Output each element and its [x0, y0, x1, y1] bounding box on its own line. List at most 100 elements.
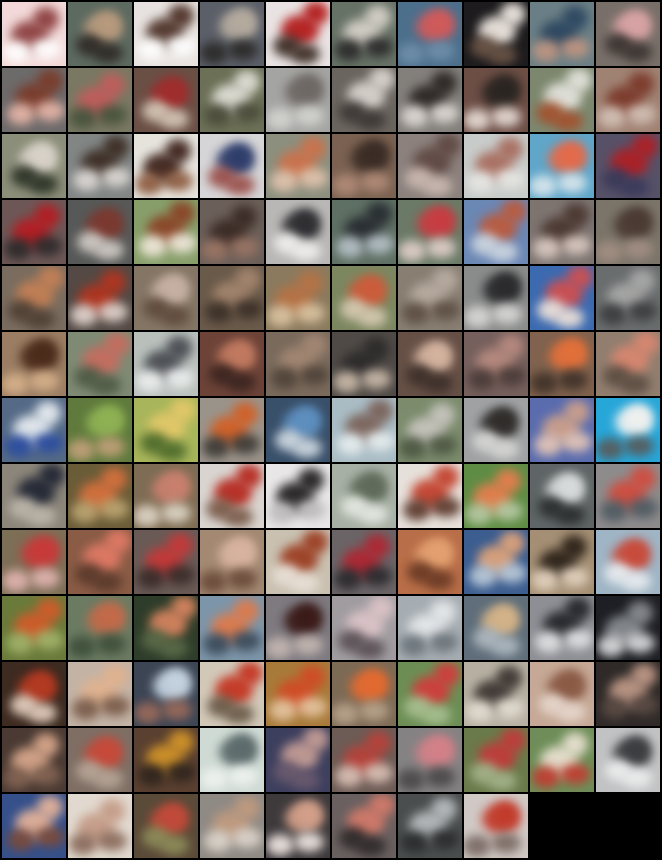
- thumbnail-shape: [171, 596, 197, 619]
- thumbnail-shape: [356, 836, 386, 856]
- thumbnail-shape: [362, 140, 388, 164]
- thumbnail-shape: [161, 503, 191, 523]
- thumbnail-shape: [563, 629, 593, 649]
- thumbnail-shape: [532, 766, 560, 788]
- thumbnail-shape: [302, 530, 328, 554]
- thumbnail-tile: [530, 596, 594, 660]
- thumbnail-shape: [303, 2, 329, 25]
- thumbnail-shape: [228, 40, 258, 60]
- thumbnail-shape: [369, 794, 395, 817]
- thumbnail-tile: [530, 266, 594, 330]
- thumbnail-shape: [105, 530, 131, 553]
- thumbnail-shape: [495, 169, 525, 189]
- thumbnail-tile: [596, 662, 660, 726]
- thumbnail-shape: [421, 705, 451, 725]
- thumbnail-shape: [200, 571, 227, 593]
- thumbnail-tile: [464, 530, 528, 594]
- thumbnail-tile: [266, 68, 330, 132]
- thumbnail-shape: [337, 433, 365, 455]
- thumbnail-tile: [398, 530, 462, 594]
- thumbnail-shape: [401, 831, 429, 853]
- thumbnail-tile: [200, 662, 264, 726]
- thumbnail-shape: [34, 630, 64, 650]
- thumbnail-tile: [530, 68, 594, 132]
- thumbnail-shape: [95, 11, 121, 35]
- thumbnail-shape: [560, 764, 590, 784]
- thumbnail-shape: [73, 169, 101, 191]
- thumbnail-shape: [204, 830, 232, 852]
- thumbnail-shape: [227, 143, 253, 167]
- thumbnail-tile: [398, 728, 462, 792]
- thumbnail-tile: [596, 68, 660, 132]
- thumbnail-shape: [432, 268, 458, 292]
- thumbnail-tile: [332, 662, 396, 726]
- thumbnail-shape: [466, 700, 494, 722]
- thumbnail-shape: [205, 301, 233, 323]
- thumbnail-tile: [596, 266, 660, 330]
- thumbnail-tile: [332, 464, 396, 528]
- thumbnail-tile: [398, 662, 462, 726]
- thumbnail-shape: [231, 631, 261, 651]
- thumbnail-tile: [200, 68, 264, 132]
- thumbnail-tile: [134, 794, 198, 858]
- thumbnail-tile: [134, 68, 198, 132]
- thumbnail-shape: [367, 399, 393, 423]
- thumbnail-shape: [532, 40, 560, 62]
- thumbnail-tile: [398, 398, 462, 462]
- thumbnail-tile: [134, 200, 198, 264]
- thumbnail-shape: [165, 565, 195, 585]
- thumbnail-shape: [493, 75, 519, 99]
- thumbnail-tile: [134, 398, 198, 462]
- thumbnail-shape: [168, 730, 194, 754]
- thumbnail-shape: [295, 303, 325, 323]
- thumbnail-tile: [596, 398, 660, 462]
- thumbnail-shape: [135, 173, 163, 195]
- thumbnail-shape: [161, 77, 187, 101]
- thumbnail-tile: [266, 662, 330, 726]
- thumbnail-tile: [68, 596, 132, 660]
- thumbnail-shape: [400, 634, 428, 656]
- thumbnail-shape: [138, 764, 166, 786]
- thumbnail-shape: [358, 504, 388, 524]
- thumbnail-shape: [493, 501, 523, 521]
- thumbnail-shape: [464, 109, 491, 131]
- thumbnail-tile: [398, 266, 462, 330]
- thumbnail-shape: [99, 499, 129, 519]
- thumbnail-tile: [530, 464, 594, 528]
- thumbnail-tile: [398, 200, 462, 264]
- thumbnail-shape: [91, 375, 121, 395]
- thumbnail-shape: [624, 10, 650, 34]
- thumbnail-shape: [101, 167, 131, 187]
- thumbnail-shape: [492, 604, 518, 628]
- thumbnail-shape: [425, 341, 451, 365]
- thumbnail-shape: [29, 671, 55, 695]
- thumbnail-tile: [530, 728, 594, 792]
- thumbnail-shape: [360, 172, 390, 192]
- thumbnail-shape: [623, 239, 653, 259]
- thumbnail-tile: [200, 728, 264, 792]
- thumbnail-shape: [365, 431, 395, 451]
- thumbnail-shape: [200, 42, 228, 64]
- thumbnail-shape: [492, 304, 522, 324]
- thumbnail-shape: [290, 44, 320, 64]
- thumbnail-tile: [68, 662, 132, 726]
- thumbnail-shape: [366, 202, 392, 226]
- thumbnail-tile: [596, 464, 660, 528]
- thumbnail-shape: [434, 662, 460, 686]
- thumbnail-shape: [298, 468, 324, 492]
- thumbnail-shape: [493, 801, 519, 825]
- thumbnail-shape: [496, 366, 526, 386]
- thumbnail-shape: [35, 401, 61, 425]
- thumbnail-shape: [169, 201, 195, 225]
- thumbnail-shape: [566, 68, 592, 92]
- thumbnail-tile: [2, 2, 66, 66]
- thumbnail-shape: [158, 638, 188, 658]
- thumbnail-shape: [225, 175, 255, 195]
- thumbnail-shape: [32, 536, 58, 560]
- thumbnail-shape: [402, 302, 430, 324]
- thumbnail-shape: [33, 433, 63, 453]
- thumbnail-shape: [553, 111, 583, 131]
- thumbnail-shape: [230, 734, 256, 758]
- thumbnail-shape: [33, 7, 59, 31]
- thumbnail-shape: [299, 365, 329, 385]
